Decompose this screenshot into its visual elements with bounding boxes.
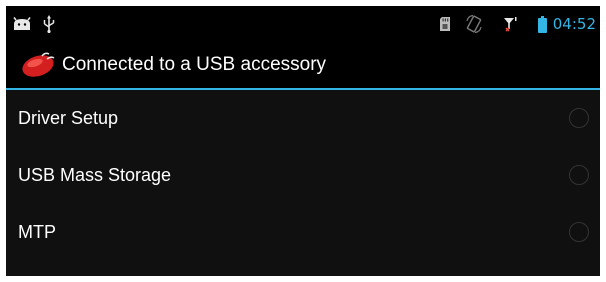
option-mtp[interactable]: MTP (6, 204, 600, 261)
dialog-title-bar: Connected to a USB accessory (6, 42, 600, 88)
radio-button[interactable] (569, 221, 589, 242)
radio-button[interactable] (569, 107, 589, 128)
usb-mode-options: Driver Setup USB Mass Storage MTP (6, 90, 600, 261)
status-bar-clock: 04:52 (552, 15, 596, 33)
option-label: MTP (18, 222, 56, 242)
status-bar-notifications (6, 6, 55, 42)
option-driver-setup[interactable]: Driver Setup (6, 90, 600, 147)
usb-icon (43, 15, 55, 33)
battery-icon (537, 15, 547, 33)
option-label: USB Mass Storage (18, 165, 172, 185)
no-signal-icon (503, 16, 518, 32)
device-screen: 04:52 Connected to a USB accessory Drive… (6, 6, 600, 276)
status-bar: 04:52 (6, 6, 600, 42)
screen-rotation-icon (466, 15, 482, 33)
option-usb-mass-storage[interactable]: USB Mass Storage (6, 147, 600, 204)
status-bar-system-icons: 04:52 (439, 6, 600, 42)
dialog-title: Connected to a USB accessory (62, 54, 327, 75)
radio-button[interactable] (569, 164, 589, 185)
android-notification-icon (13, 17, 31, 31)
option-label: Driver Setup (18, 108, 119, 128)
usb-accessory-icon (20, 50, 58, 80)
sd-card-icon (439, 17, 450, 31)
